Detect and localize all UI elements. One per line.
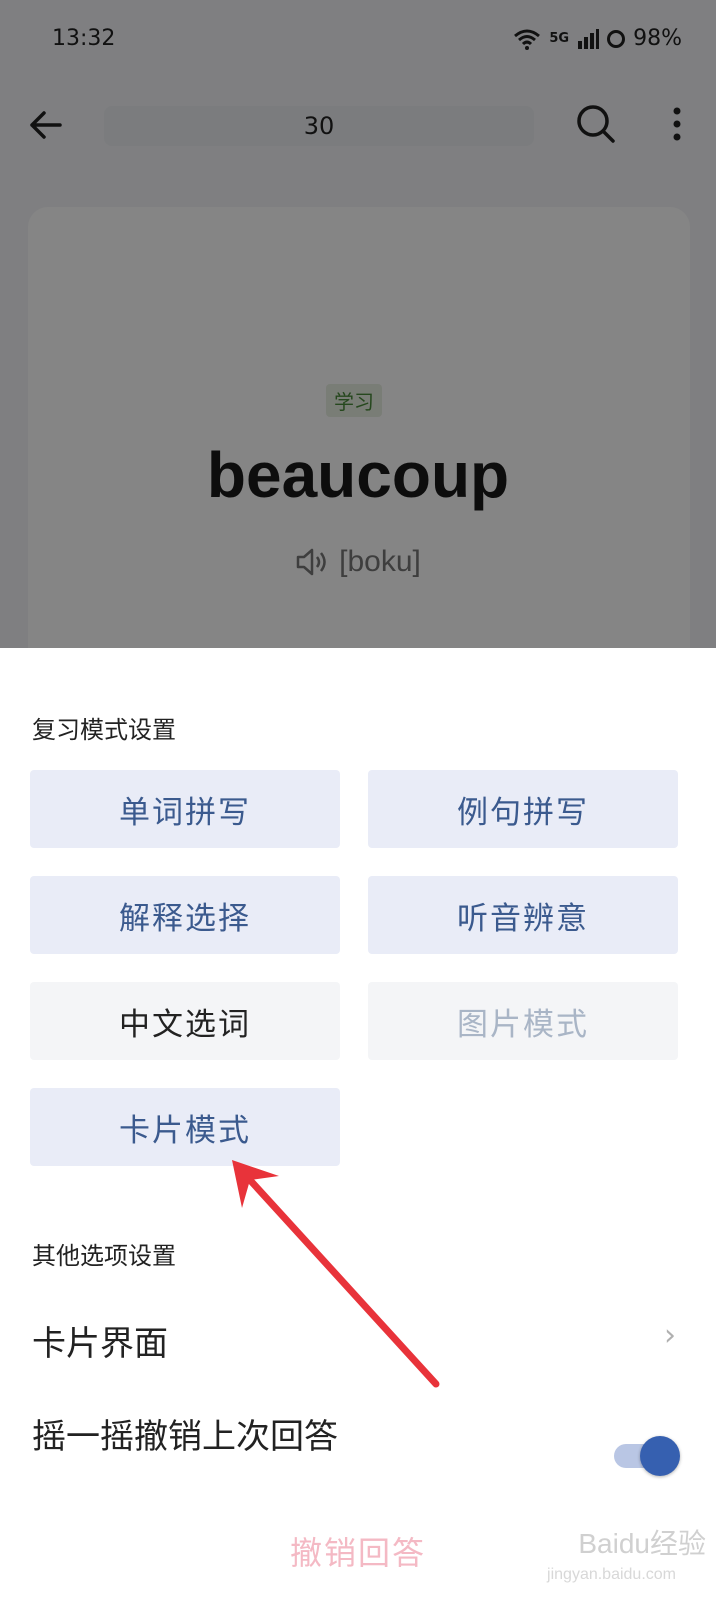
mode-definition-choice-button[interactable]: 解释选择 [30, 876, 340, 954]
mode-picture-button[interactable]: 图片模式 [368, 982, 678, 1060]
mode-sentence-spelling-button[interactable]: 例句拼写 [368, 770, 678, 848]
review-settings-sheet: 复习模式设置 单词拼写 例句拼写 解释选择 听音辨意 中文选词 图片模式 卡片模… [0, 648, 716, 1600]
modal-scrim[interactable] [0, 0, 716, 650]
mode-chinese-choice-button[interactable]: 中文选词 [30, 982, 340, 1060]
background-app: 13:32 5G 98% 30 学习 beaucoup [boku] [0, 0, 716, 650]
toggle-knob [640, 1436, 680, 1476]
card-interface-label: 卡片界面 [32, 1324, 168, 1364]
mode-listening-meaning-button[interactable]: 听音辨意 [368, 876, 678, 954]
mode-card-button[interactable]: 卡片模式 [30, 1088, 340, 1166]
mode-word-spelling-button[interactable]: 单词拼写 [30, 770, 340, 848]
baidu-watermark: Baidu经验 [578, 1528, 706, 1559]
review-mode-section-title: 复习模式设置 [32, 716, 176, 744]
card-interface-row[interactable]: 卡片界面 › [0, 1298, 716, 1378]
shake-undo-toggle[interactable] [614, 1436, 680, 1476]
other-options-section-title: 其他选项设置 [32, 1242, 176, 1270]
shake-undo-row: 摇一摇撤销上次回答 [0, 1393, 600, 1473]
shake-undo-label: 摇一摇撤销上次回答 [32, 1417, 338, 1457]
baidu-watermark-url: jingyan.baidu.com [547, 1566, 676, 1583]
chevron-right-icon: › [664, 1318, 676, 1353]
